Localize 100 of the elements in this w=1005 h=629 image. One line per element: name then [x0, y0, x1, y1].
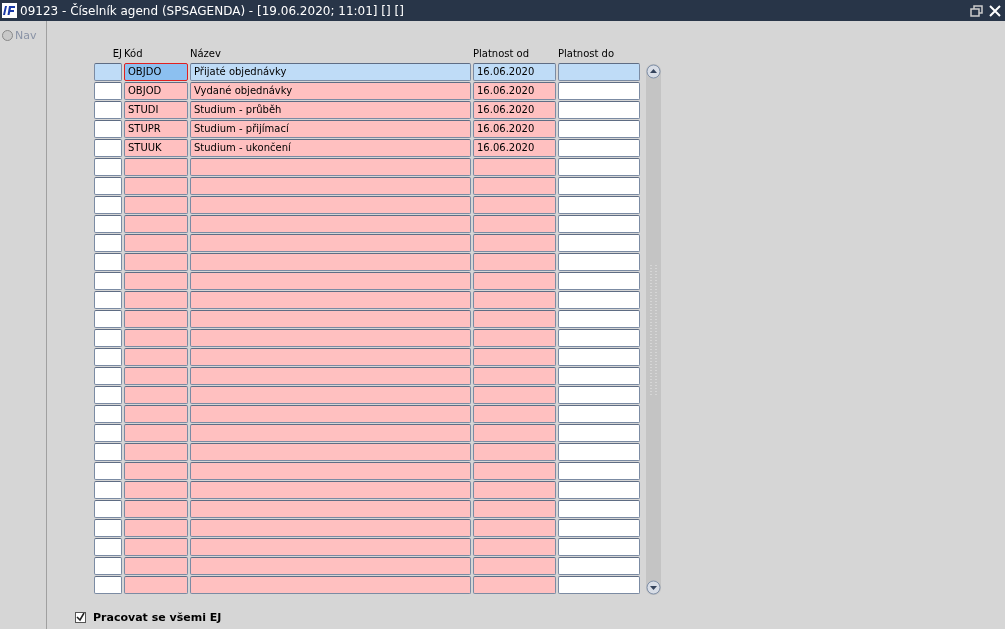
table-cell[interactable] [94, 177, 122, 195]
table-cell[interactable] [190, 405, 471, 423]
table-cell[interactable] [94, 557, 122, 575]
table-cell[interactable] [124, 291, 188, 309]
table-cell[interactable]: STUUK [124, 139, 188, 157]
table-cell[interactable] [124, 367, 188, 385]
table-cell[interactable] [558, 215, 640, 233]
table-cell[interactable] [124, 576, 188, 594]
scrollbar[interactable] [646, 64, 661, 595]
table-cell[interactable]: Studium - průběh [190, 101, 471, 119]
table-cell[interactable] [190, 481, 471, 499]
table-cell[interactable] [558, 139, 640, 157]
table-cell[interactable] [124, 348, 188, 366]
table-cell[interactable] [190, 557, 471, 575]
table-cell[interactable] [558, 405, 640, 423]
table-cell[interactable]: Studium - ukončení [190, 139, 471, 157]
table-cell[interactable] [124, 519, 188, 537]
table-cell[interactable] [190, 272, 471, 290]
table-cell[interactable] [473, 500, 556, 518]
table-cell[interactable] [94, 405, 122, 423]
table-cell[interactable] [558, 386, 640, 404]
table-cell[interactable] [558, 538, 640, 556]
table-cell[interactable] [190, 215, 471, 233]
table-cell[interactable] [94, 519, 122, 537]
table-cell[interactable] [558, 348, 640, 366]
table-cell[interactable]: STUDI [124, 101, 188, 119]
table-cell[interactable] [558, 120, 640, 138]
table-cell[interactable]: Přijaté objednávky [190, 63, 471, 81]
table-cell[interactable] [558, 101, 640, 119]
table-cell[interactable] [94, 367, 122, 385]
table-cell[interactable] [124, 310, 188, 328]
table-cell[interactable] [558, 443, 640, 461]
table-cell[interactable] [190, 576, 471, 594]
table-cell[interactable] [473, 386, 556, 404]
table-cell[interactable] [124, 386, 188, 404]
table-cell[interactable] [124, 538, 188, 556]
table-cell[interactable] [94, 196, 122, 214]
table-cell[interactable] [124, 557, 188, 575]
table-cell[interactable]: 16.06.2020 [473, 101, 556, 119]
table-cell[interactable] [94, 538, 122, 556]
table-cell[interactable] [558, 424, 640, 442]
table-cell[interactable] [190, 329, 471, 347]
table-cell[interactable] [124, 234, 188, 252]
table-cell[interactable] [190, 367, 471, 385]
table-cell[interactable] [94, 253, 122, 271]
table-cell[interactable] [190, 519, 471, 537]
table-cell[interactable] [558, 272, 640, 290]
table-cell[interactable] [558, 196, 640, 214]
table-cell[interactable] [124, 443, 188, 461]
table-cell[interactable] [94, 215, 122, 233]
table-cell[interactable] [190, 158, 471, 176]
table-cell[interactable] [94, 500, 122, 518]
table-cell[interactable] [558, 234, 640, 252]
table-cell[interactable] [473, 519, 556, 537]
table-cell[interactable] [190, 310, 471, 328]
table-cell[interactable] [473, 329, 556, 347]
close-icon[interactable] [987, 2, 1003, 19]
table-cell[interactable] [558, 481, 640, 499]
table-cell[interactable]: 16.06.2020 [473, 139, 556, 157]
table-cell[interactable]: OBJDO [124, 63, 188, 81]
table-cell[interactable] [190, 348, 471, 366]
table-cell[interactable] [190, 291, 471, 309]
table-cell[interactable] [124, 177, 188, 195]
table-cell[interactable] [558, 310, 640, 328]
table-cell[interactable] [473, 576, 556, 594]
table-cell[interactable] [94, 291, 122, 309]
table-cell[interactable] [473, 405, 556, 423]
table-cell[interactable] [124, 500, 188, 518]
table-cell[interactable] [94, 329, 122, 347]
table-cell[interactable] [190, 386, 471, 404]
table-cell[interactable] [473, 538, 556, 556]
table-cell[interactable] [124, 462, 188, 480]
scroll-down-icon[interactable] [646, 580, 661, 595]
table-cell[interactable] [558, 253, 640, 271]
table-cell[interactable] [94, 462, 122, 480]
table-cell[interactable] [190, 234, 471, 252]
table-cell[interactable] [190, 177, 471, 195]
table-cell[interactable] [558, 82, 640, 100]
table-cell[interactable] [558, 329, 640, 347]
table-cell[interactable] [124, 424, 188, 442]
table-cell[interactable] [124, 158, 188, 176]
table-cell[interactable] [124, 329, 188, 347]
table-cell[interactable] [558, 177, 640, 195]
table-cell[interactable]: OBJOD [124, 82, 188, 100]
table-cell[interactable] [473, 234, 556, 252]
table-cell[interactable] [124, 196, 188, 214]
table-cell[interactable] [558, 519, 640, 537]
table-cell[interactable] [558, 63, 640, 81]
restore-icon[interactable] [969, 2, 985, 19]
table-cell[interactable]: 16.06.2020 [473, 82, 556, 100]
table-cell[interactable] [124, 253, 188, 271]
table-cell[interactable]: 16.06.2020 [473, 63, 556, 81]
table-cell[interactable] [558, 557, 640, 575]
table-cell[interactable] [473, 348, 556, 366]
table-cell[interactable]: STUPR [124, 120, 188, 138]
table-cell[interactable]: Studium - přijímací [190, 120, 471, 138]
table-cell[interactable] [473, 158, 556, 176]
table-cell[interactable] [473, 443, 556, 461]
table-cell[interactable] [473, 253, 556, 271]
table-cell[interactable] [473, 481, 556, 499]
